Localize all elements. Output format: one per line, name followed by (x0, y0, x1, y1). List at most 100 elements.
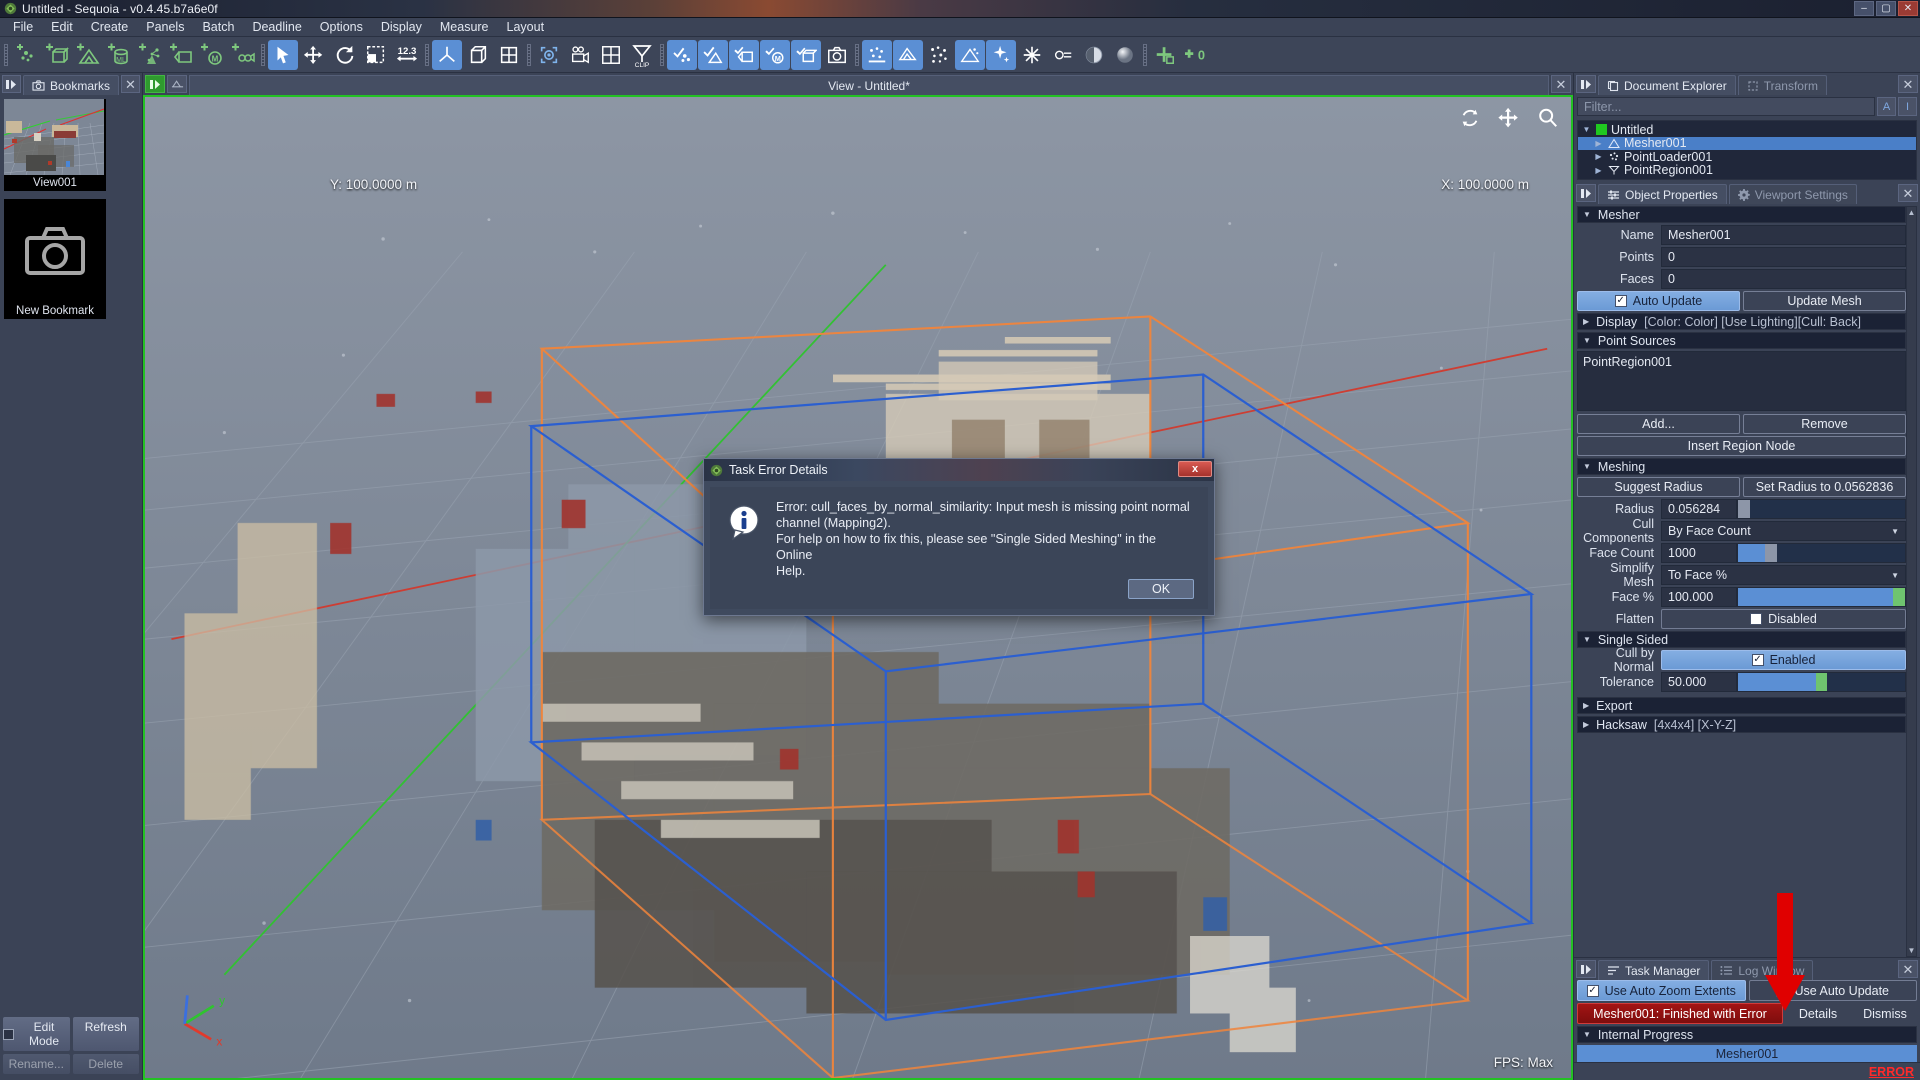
scale-icon[interactable] (361, 40, 391, 70)
add-plus-green-icon[interactable] (1150, 40, 1180, 70)
task-manager-expand-button[interactable] (1576, 960, 1596, 978)
chevron-down-icon[interactable]: ▼ (1583, 1030, 1591, 1039)
toolbar-grip-3[interactable] (423, 42, 431, 68)
insert-region-node-button[interactable]: Insert Region Node (1577, 436, 1906, 456)
radius-slider[interactable] (1737, 499, 1906, 519)
numeric-icon[interactable]: 12.3 (392, 40, 422, 70)
tolerance-slider[interactable] (1737, 672, 1906, 692)
menu-layout[interactable]: Layout (498, 19, 554, 35)
tab-object-properties[interactable]: Object Properties (1598, 184, 1727, 204)
menu-options[interactable]: Options (311, 19, 372, 35)
zoom-extents-icon[interactable] (534, 40, 564, 70)
group-header-mesher[interactable]: ▼ Mesher (1577, 206, 1906, 223)
group-header-display[interactable]: ▶ Display [Color: Color] [Use Lighting][… (1577, 313, 1906, 330)
simplify-mesh-select[interactable]: To Face % ▼ (1661, 565, 1906, 585)
add-camera-icon[interactable] (228, 40, 258, 70)
tab-bookmarks[interactable]: Bookmarks (22, 75, 120, 95)
minimize-button[interactable]: – (1854, 1, 1874, 16)
points-check-icon[interactable] (667, 39, 697, 70)
group-header-internal-progress[interactable]: ▼ Internal Progress (1577, 1026, 1917, 1043)
sphere-half-icon[interactable] (1079, 40, 1109, 70)
zero-plus-icon[interactable]: 0 (1181, 40, 1211, 70)
tab-log-window[interactable]: Log Window (1711, 960, 1814, 980)
menu-display[interactable]: Display (372, 19, 431, 35)
add-mesher-icon[interactable] (73, 40, 103, 70)
cull-components-select[interactable]: By Face Count ▼ (1661, 521, 1906, 541)
grid-icon[interactable] (494, 40, 524, 70)
move-icon[interactable] (299, 40, 329, 70)
select-arrow-icon[interactable] (268, 39, 298, 70)
viewport-close-button[interactable]: ✕ (1551, 75, 1571, 93)
menu-edit[interactable]: Edit (42, 19, 82, 35)
remove-point-source-button[interactable]: Remove (1743, 414, 1906, 434)
group-header-hacksaw[interactable]: ▶ Hacksaw [4x4x4] [X-Y-Z] (1577, 716, 1906, 733)
region-check-icon[interactable] (791, 39, 821, 70)
update-mesh-button[interactable]: Update Mesh (1743, 291, 1906, 311)
box-icon[interactable] (463, 40, 493, 70)
mesh-check-icon[interactable] (698, 39, 728, 70)
filter-by-name-button[interactable]: A (1877, 97, 1896, 116)
group-header-point-sources[interactable]: ▼ Point Sources (1577, 332, 1906, 349)
toolbar-grip-4[interactable] (525, 42, 533, 68)
axis-tripod-icon[interactable] (432, 39, 462, 70)
add-ml-icon[interactable]: ML (104, 40, 134, 70)
properties-close-button[interactable]: ✕ (1898, 184, 1918, 202)
bookmarks-expand-button[interactable] (2, 75, 21, 93)
flatten-toggle[interactable]: Disabled (1661, 609, 1906, 629)
group-header-export[interactable]: ▶ Export (1577, 697, 1906, 714)
add-marker-icon[interactable]: M (197, 40, 227, 70)
points-display-icon[interactable] (862, 39, 892, 70)
bookmarks-close-button[interactable]: ✕ (121, 75, 140, 93)
particles-icon[interactable] (924, 40, 954, 70)
mesh-display-icon[interactable] (893, 39, 923, 70)
plane-check-icon[interactable] (729, 39, 759, 70)
add-point-region-icon[interactable] (42, 40, 72, 70)
menu-panels[interactable]: Panels (137, 19, 193, 35)
face-count-input[interactable]: 1000 (1661, 543, 1737, 563)
maximize-button[interactable]: ▢ (1876, 1, 1896, 16)
set-radius-button[interactable]: Set Radius to 0.0562836 (1743, 477, 1906, 497)
chevron-right-icon[interactable]: ▶ (1583, 720, 1589, 729)
chevron-down-icon[interactable]: ▼ (1581, 125, 1592, 134)
point-sources-list[interactable]: PointRegion001 (1577, 351, 1906, 411)
task-auto-update-checkbox[interactable] (1776, 984, 1789, 997)
cull-by-normal-toggle[interactable]: ✓ Enabled (1661, 650, 1906, 670)
dialog-close-button[interactable]: x (1178, 461, 1212, 477)
filter-by-type-button[interactable]: I (1898, 97, 1917, 116)
light-icon[interactable] (1048, 40, 1078, 70)
explorer-expand-button[interactable] (1576, 75, 1596, 93)
scroll-up-icon[interactable]: ▲ (1908, 207, 1916, 218)
refresh-button[interactable]: Refresh (72, 1017, 139, 1051)
zoom-icon[interactable] (1537, 107, 1559, 129)
name-input[interactable]: Mesher001 (1661, 225, 1906, 245)
chevron-down-icon[interactable]: ▼ (1891, 527, 1899, 536)
camera-snapshot-icon[interactable] (822, 40, 852, 70)
task-auto-update-toggle[interactable]: Use Auto Update (1748, 980, 1917, 1001)
chevron-down-icon[interactable]: ▼ (1583, 462, 1591, 471)
task-manager-close-button[interactable]: ✕ (1898, 960, 1918, 978)
chevron-right-icon[interactable]: ▶ (1583, 317, 1589, 326)
rotate-icon[interactable] (330, 40, 360, 70)
auto-update-toggle[interactable]: ✓ Auto Update (1577, 291, 1740, 311)
menu-deadline[interactable]: Deadline (243, 19, 310, 35)
status-error-label[interactable]: ERROR (1869, 1065, 1914, 1079)
dismiss-button[interactable]: Dismiss (1853, 1003, 1917, 1024)
density-icon[interactable] (955, 39, 985, 70)
sphere-shaded-icon[interactable] (1110, 40, 1140, 70)
chevron-right-icon[interactable]: ▶ (1593, 139, 1604, 148)
tab-task-manager[interactable]: Task Manager (1598, 960, 1710, 980)
tree-item-untitled[interactable]: ▼ Untitled (1578, 123, 1916, 137)
toolbar-grip-5[interactable] (658, 42, 666, 68)
edit-mode-toggle[interactable]: Edit Mode (3, 1017, 70, 1051)
delete-button[interactable]: Delete (72, 1054, 139, 1074)
rename-button[interactable]: Rename... (3, 1054, 70, 1074)
point-source-item[interactable]: PointRegion001 (1583, 355, 1900, 369)
viewport-expand-button[interactable] (145, 75, 165, 93)
pan-icon[interactable] (1498, 107, 1520, 129)
add-mesh-loader-icon[interactable] (166, 40, 196, 70)
task-error-dialog[interactable]: Task Error Details x Error: cull_faces_b… (703, 458, 1215, 616)
properties-expand-button[interactable] (1576, 184, 1596, 202)
add-point-source-button[interactable]: Add... (1577, 414, 1740, 434)
face-pct-slider[interactable] (1737, 587, 1906, 607)
properties-scrollbar[interactable]: ▲ ▼ (1906, 206, 1917, 957)
